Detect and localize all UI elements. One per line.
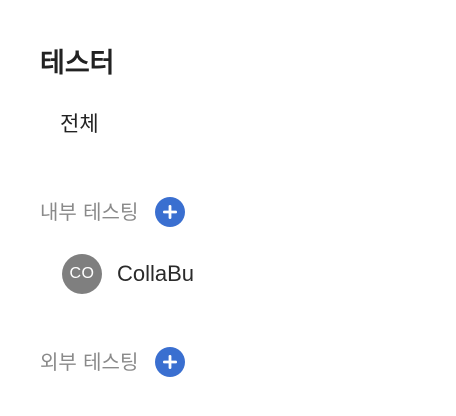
avatar: CO: [62, 254, 102, 294]
plus-icon: [163, 205, 178, 219]
panel-title: 테스터: [40, 48, 115, 79]
internal-testing-header: 내부 테스팅: [40, 196, 186, 228]
tester-list-item[interactable]: CO CollaBu: [62, 254, 194, 294]
external-testing-header: 외부 테스팅: [40, 346, 186, 378]
tester-name: CollaBu: [117, 261, 195, 286]
testers-panel: 테스터 전체 내부 테스팅 CO CollaBu 외부 테스팅: [0, 0, 456, 416]
internal-testing-label: 내부 테스팅: [40, 200, 139, 224]
sidebar-item-all[interactable]: 전체: [60, 108, 99, 140]
add-external-tester-button[interactable]: [155, 347, 186, 377]
plus-icon: [163, 355, 178, 369]
external-testing-label: 외부 테스팅: [40, 350, 139, 374]
add-internal-tester-button[interactable]: [155, 197, 186, 227]
